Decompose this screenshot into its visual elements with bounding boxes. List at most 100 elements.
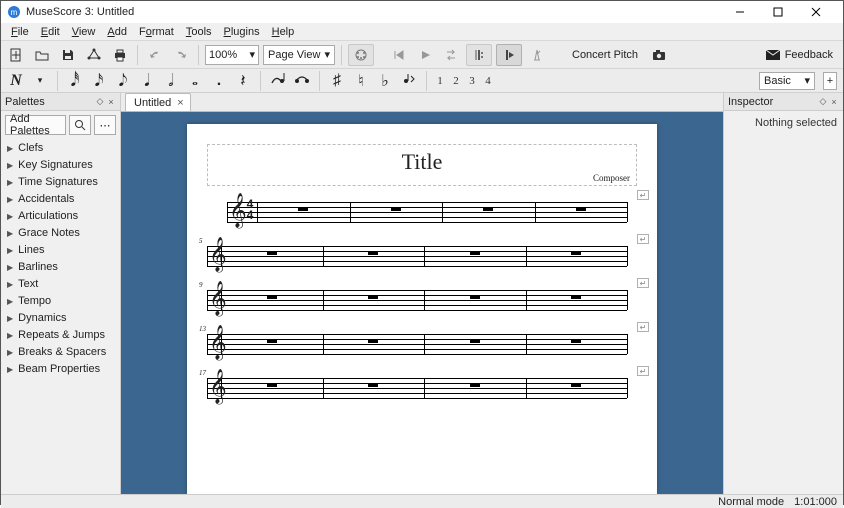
system-break-icon[interactable]: ↵ bbox=[637, 366, 649, 376]
menu-tools[interactable]: Tools bbox=[180, 25, 218, 39]
whole-rest[interactable] bbox=[571, 383, 581, 387]
duration-32nd-button[interactable]: 𝅘𝅥𝅰 bbox=[66, 71, 84, 91]
palette-item[interactable]: ▶Breaks & Spacers bbox=[1, 345, 120, 359]
flat-button[interactable]: ♭ bbox=[376, 71, 394, 91]
staff-system[interactable]: 5↵𝄞 bbox=[207, 246, 637, 266]
sharp-button[interactable]: ♯ bbox=[328, 72, 346, 90]
add-palettes-button[interactable]: Add Palettes bbox=[5, 115, 66, 135]
score-composer[interactable]: Composer bbox=[593, 173, 630, 183]
voice-3-button[interactable]: 3 bbox=[467, 75, 477, 87]
voice-2-button[interactable]: 2 bbox=[451, 75, 461, 87]
palette-item[interactable]: ▶Key Signatures bbox=[1, 158, 120, 172]
title-frame[interactable]: Title Composer bbox=[207, 144, 637, 186]
window-maximize-button[interactable] bbox=[761, 1, 799, 23]
whole-rest[interactable] bbox=[571, 295, 581, 299]
rest-button[interactable]: 𝄽 bbox=[234, 71, 252, 91]
duration-half-button[interactable]: 𝅗𝅥 bbox=[162, 71, 180, 91]
slur-button[interactable] bbox=[293, 71, 311, 90]
tie-button[interactable] bbox=[269, 71, 287, 90]
loop-button[interactable] bbox=[440, 44, 462, 66]
palette-item[interactable]: ▶Grace Notes bbox=[1, 226, 120, 240]
whole-rest[interactable] bbox=[368, 251, 378, 255]
menu-edit[interactable]: Edit bbox=[35, 25, 66, 39]
menu-file[interactable]: File bbox=[5, 25, 35, 39]
palette-item[interactable]: ▶Barlines bbox=[1, 260, 120, 274]
rewind-button[interactable] bbox=[388, 44, 410, 66]
undo-button[interactable] bbox=[144, 44, 166, 66]
print-button[interactable] bbox=[109, 44, 131, 66]
palette-search-button[interactable] bbox=[69, 115, 91, 135]
whole-rest[interactable] bbox=[576, 207, 586, 211]
score-tab[interactable]: Untitled × bbox=[125, 93, 191, 111]
duration-quarter-button[interactable]: 𝅘𝅥 bbox=[138, 71, 156, 91]
whole-rest[interactable] bbox=[267, 295, 277, 299]
share-button[interactable] bbox=[83, 44, 105, 66]
close-icon[interactable]: × bbox=[177, 97, 183, 109]
system-break-icon[interactable]: ↵ bbox=[637, 190, 649, 200]
duration-16th-button[interactable]: 𝅘𝅥𝅯 bbox=[90, 71, 108, 91]
redo-button[interactable] bbox=[170, 44, 192, 66]
note-input-mode-button[interactable]: N bbox=[7, 72, 25, 90]
palette-item[interactable]: ▶Repeats & Jumps bbox=[1, 328, 120, 342]
duration-whole-button[interactable]: 𝅝 bbox=[186, 72, 204, 89]
score-canvas[interactable]: Title Composer ↵𝄞445↵𝄞9↵𝄞13↵𝄞17↵𝄞 bbox=[121, 112, 723, 494]
staff-system[interactable]: 17↵𝄞 bbox=[207, 378, 637, 398]
time-signature[interactable]: 44 bbox=[245, 199, 255, 221]
whole-rest[interactable] bbox=[470, 251, 480, 255]
play-button[interactable] bbox=[414, 44, 436, 66]
save-button[interactable] bbox=[57, 44, 79, 66]
toggle-midi-input-button[interactable] bbox=[348, 44, 374, 66]
caret-down-icon[interactable]: ▾ bbox=[31, 75, 49, 86]
workspace-add-button[interactable]: + bbox=[823, 72, 837, 90]
panel-close-icon[interactable]: × bbox=[829, 97, 839, 107]
palette-item[interactable]: ▶Beam Properties bbox=[1, 362, 120, 376]
flip-direction-button[interactable] bbox=[400, 71, 418, 90]
menu-add[interactable]: Add bbox=[101, 25, 133, 39]
view-mode-combo[interactable]: Page View▾ bbox=[263, 45, 335, 65]
whole-rest[interactable] bbox=[368, 295, 378, 299]
score-title[interactable]: Title bbox=[208, 145, 636, 175]
palette-item[interactable]: ▶Text bbox=[1, 277, 120, 291]
pan-playback-button[interactable] bbox=[496, 44, 522, 66]
staff-system[interactable]: 9↵𝄞 bbox=[207, 290, 637, 310]
zoom-combo[interactable]: 100%▾ bbox=[205, 45, 259, 65]
feedback-button[interactable]: Feedback bbox=[785, 49, 833, 61]
whole-rest[interactable] bbox=[368, 383, 378, 387]
whole-rest[interactable] bbox=[267, 339, 277, 343]
staff-system[interactable]: 13↵𝄞 bbox=[207, 334, 637, 354]
duration-dot-button[interactable]: . bbox=[210, 72, 228, 90]
window-minimize-button[interactable] bbox=[723, 1, 761, 23]
whole-rest[interactable] bbox=[470, 295, 480, 299]
menu-view[interactable]: View bbox=[66, 25, 102, 39]
whole-rest[interactable] bbox=[571, 339, 581, 343]
palette-item[interactable]: ▶Time Signatures bbox=[1, 175, 120, 189]
system-break-icon[interactable]: ↵ bbox=[637, 278, 649, 288]
whole-rest[interactable] bbox=[267, 251, 277, 255]
panel-undock-icon[interactable]: ◇ bbox=[95, 97, 105, 107]
menu-format[interactable]: Format bbox=[133, 25, 180, 39]
new-score-button[interactable] bbox=[5, 44, 27, 66]
natural-button[interactable]: ♮ bbox=[352, 71, 370, 91]
whole-rest[interactable] bbox=[267, 383, 277, 387]
whole-rest[interactable] bbox=[470, 383, 480, 387]
image-capture-button[interactable] bbox=[648, 44, 670, 66]
palette-item[interactable]: ▶Articulations bbox=[1, 209, 120, 223]
whole-rest[interactable] bbox=[368, 339, 378, 343]
duration-8th-button[interactable]: 𝅘𝅥𝅮 bbox=[114, 71, 132, 91]
whole-rest[interactable] bbox=[298, 207, 308, 211]
staff-system[interactable]: ↵𝄞44 bbox=[207, 202, 637, 222]
treble-clef-icon[interactable]: 𝄞 bbox=[209, 284, 227, 314]
whole-rest[interactable] bbox=[470, 339, 480, 343]
play-repeats-button[interactable] bbox=[466, 44, 492, 66]
window-close-button[interactable] bbox=[799, 1, 837, 23]
concert-pitch-button[interactable]: Concert Pitch bbox=[566, 47, 644, 63]
voice-4-button[interactable]: 4 bbox=[483, 75, 493, 87]
palette-more-button[interactable]: ⋯ bbox=[94, 115, 116, 135]
voice-1-button[interactable]: 1 bbox=[435, 75, 445, 87]
system-break-icon[interactable]: ↵ bbox=[637, 322, 649, 332]
panel-close-icon[interactable]: × bbox=[106, 97, 116, 107]
whole-rest[interactable] bbox=[391, 207, 401, 211]
palette-item[interactable]: ▶Clefs bbox=[1, 141, 120, 155]
metronome-button[interactable] bbox=[526, 44, 548, 66]
whole-rest[interactable] bbox=[571, 251, 581, 255]
